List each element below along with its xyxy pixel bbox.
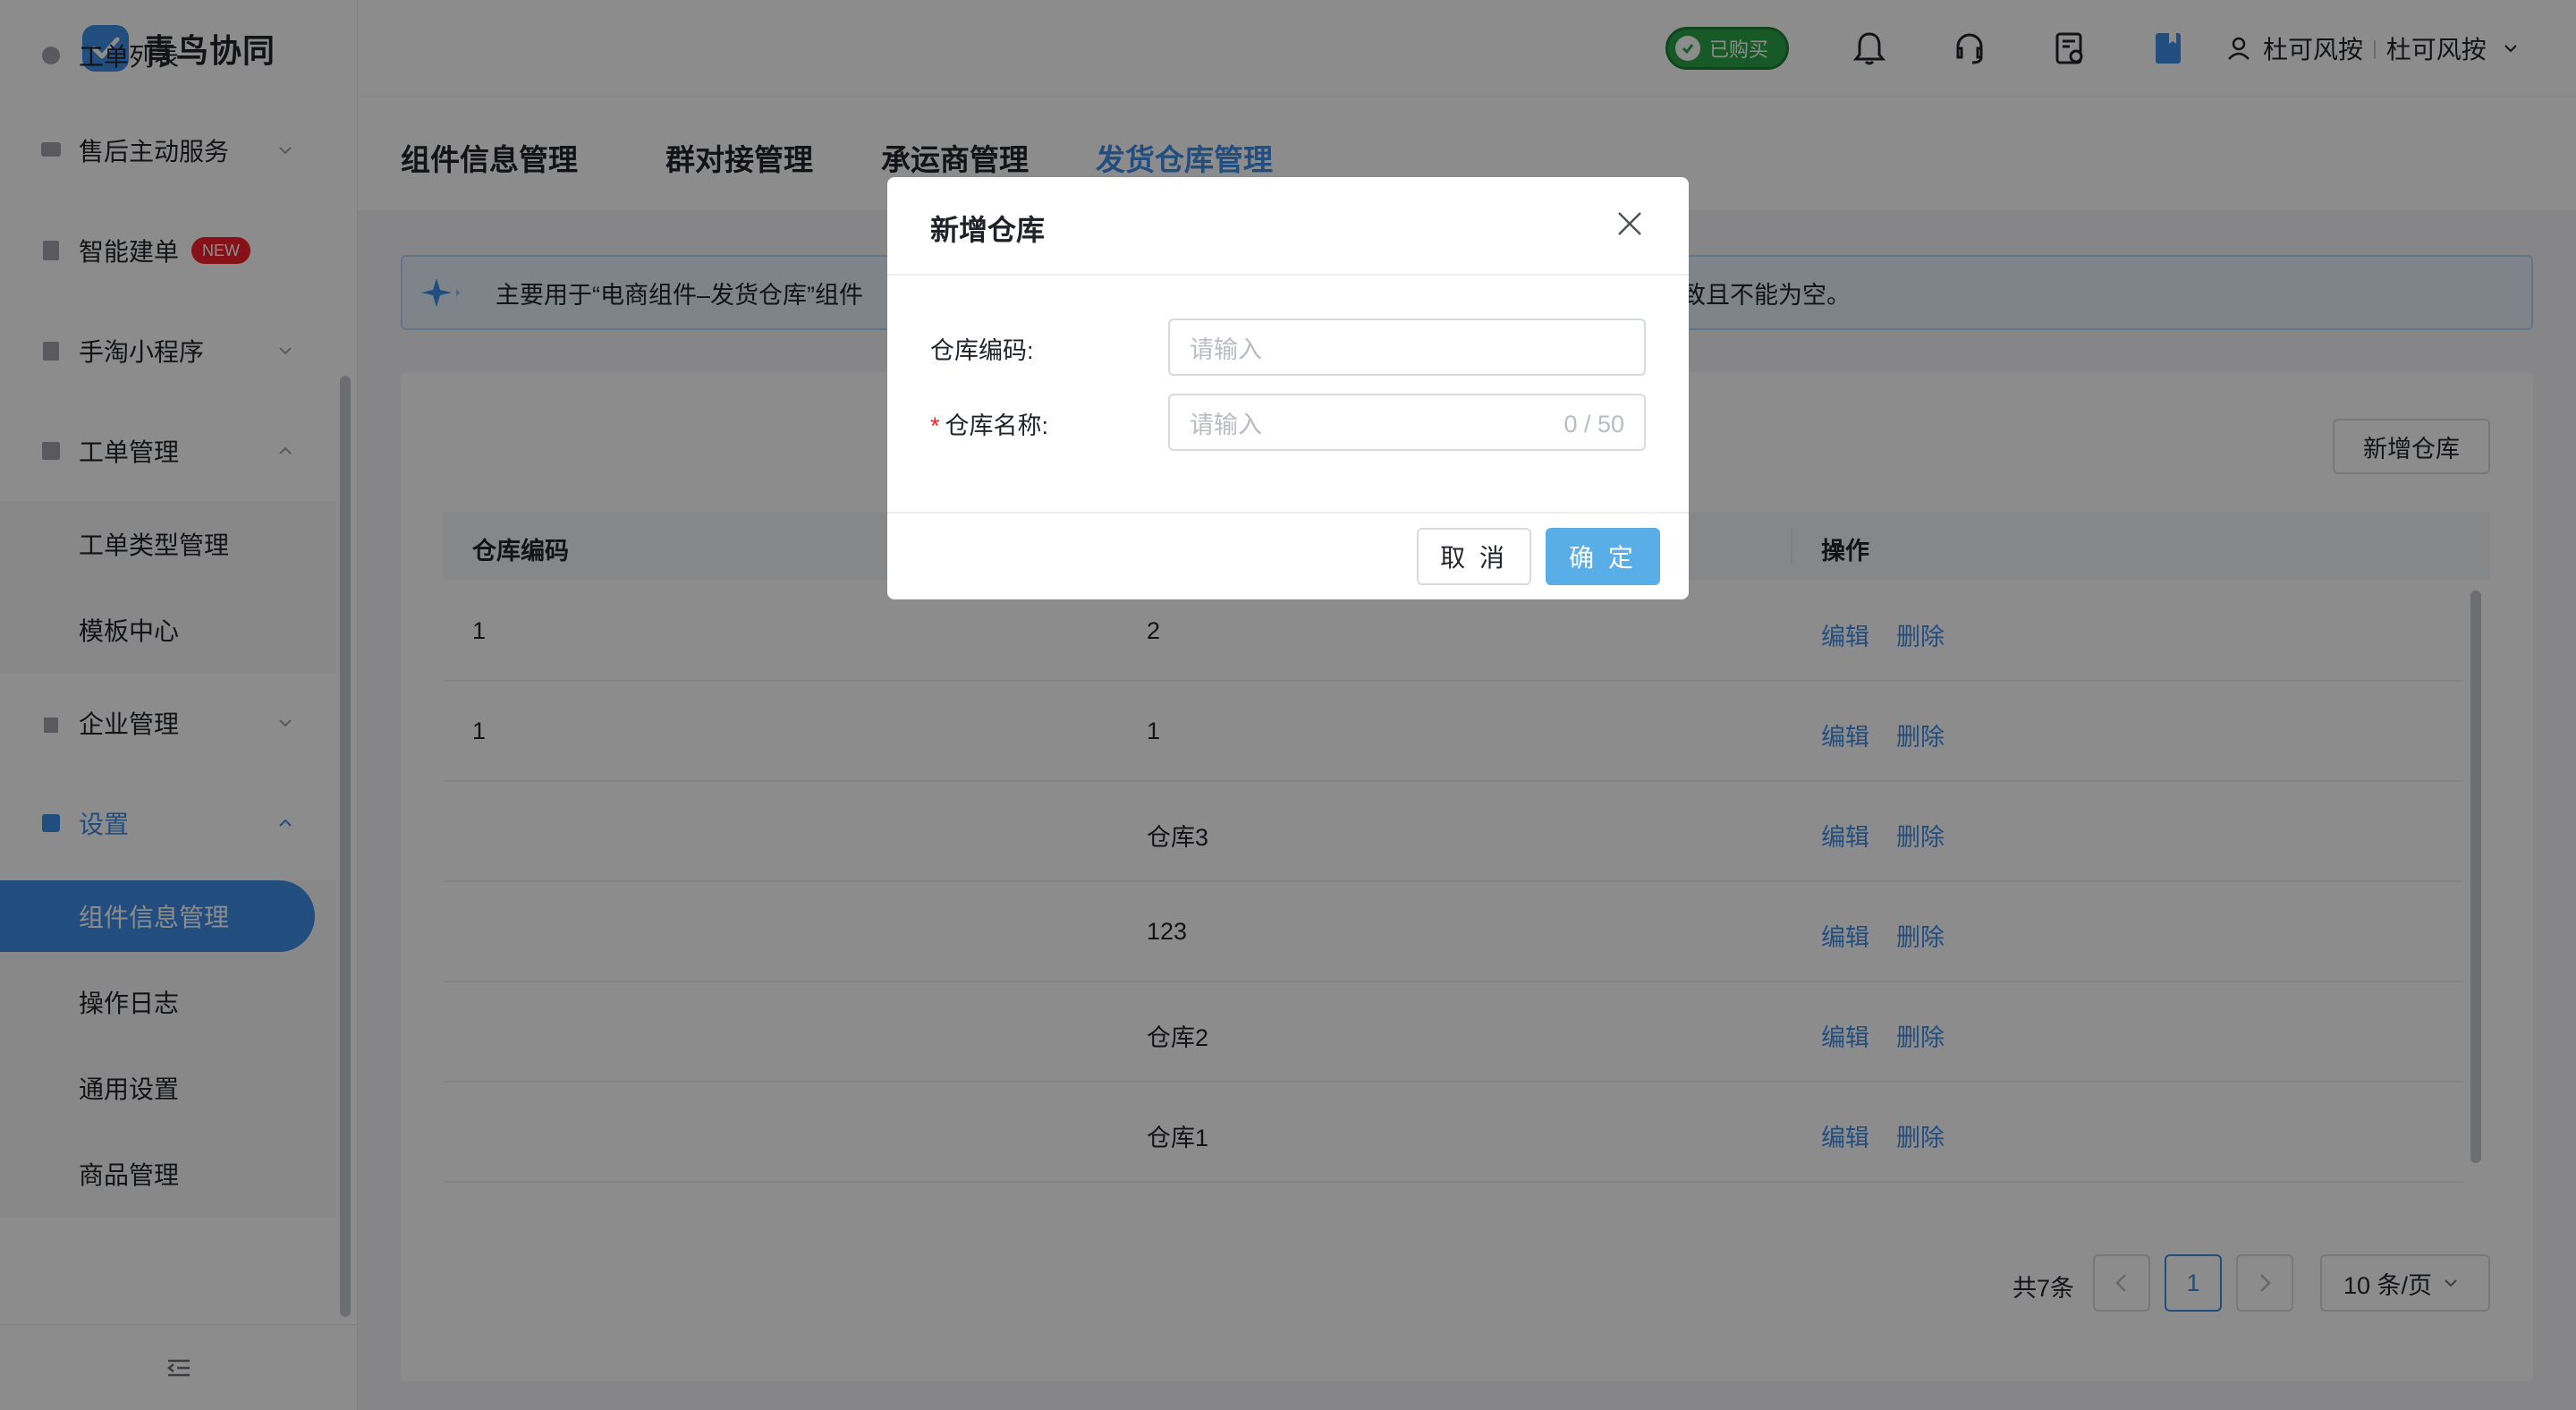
code-label: 仓库编码: xyxy=(930,331,1034,366)
add-warehouse-dialog: 新增仓库 仓库编码: 请输入 * 仓库名称: 请输入 0 / 50 取 消 确 定 xyxy=(887,177,1689,599)
name-label: * 仓库名称: xyxy=(930,406,1048,441)
name-label-text: 仓库名称: xyxy=(945,412,1049,439)
warehouse-name-input[interactable]: 请输入 0 / 50 xyxy=(1168,394,1646,451)
code-label-text: 仓库编码: xyxy=(930,337,1034,364)
name-placeholder: 请输入 xyxy=(1190,411,1262,438)
dialog-header-divider xyxy=(887,274,1689,276)
cancel-button[interactable]: 取 消 xyxy=(1417,528,1531,585)
confirm-button[interactable]: 确 定 xyxy=(1546,528,1660,585)
dialog-footer-divider xyxy=(887,512,1689,514)
required-mark: * xyxy=(930,412,940,439)
dialog-title: 新增仓库 xyxy=(930,214,1046,246)
close-icon[interactable] xyxy=(1615,209,1644,238)
warehouse-code-input[interactable]: 请输入 xyxy=(1168,319,1646,376)
code-placeholder: 请输入 xyxy=(1190,336,1262,363)
char-counter: 0 / 50 xyxy=(1563,411,1624,437)
